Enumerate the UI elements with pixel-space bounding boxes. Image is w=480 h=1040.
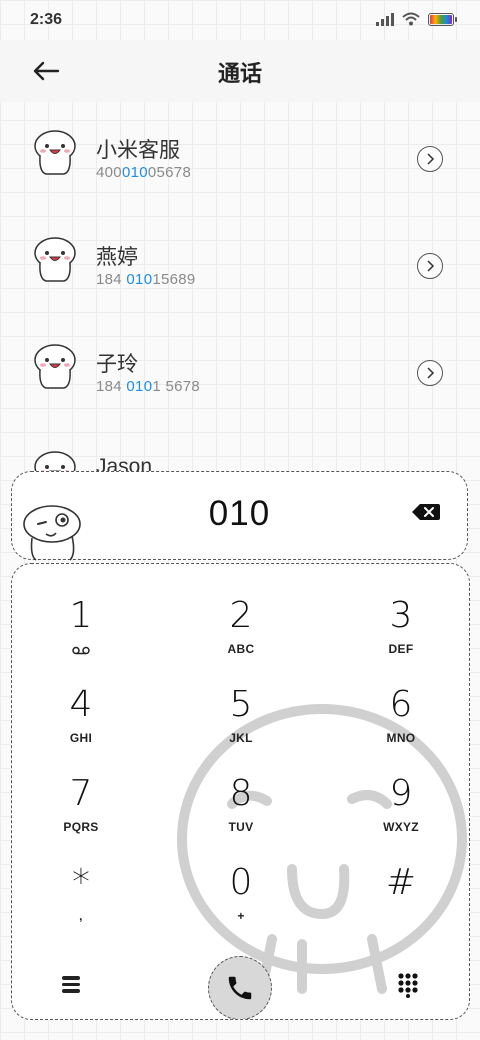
number-match-highlight: 010 [126, 378, 153, 395]
number-match-highlight: 010 [126, 271, 153, 288]
key-digit: 4 [69, 684, 93, 725]
contact-row[interactable]: 子玲 184 0101 5678 [0, 318, 480, 425]
app-header: 通话 [0, 40, 480, 102]
key-letters: DEF [388, 642, 414, 656]
number-part: 15689 [152, 271, 196, 288]
page-title: 通话 [217, 61, 262, 86]
wifi-icon [402, 12, 420, 26]
status-time: 2:36 [30, 11, 63, 28]
contact-avatar [30, 233, 80, 283]
number-part: 05678 [147, 164, 192, 181]
contact-detail-button[interactable] [417, 360, 443, 386]
key-digit: 9 [389, 773, 413, 814]
key-letters: + [237, 909, 245, 923]
number-match-highlight: 010 [121, 164, 148, 181]
battery-icon [428, 12, 457, 26]
menu-button[interactable] [62, 974, 84, 994]
key-7[interactable]: 7 PQRS [26, 772, 136, 852]
key-hash[interactable]: # [346, 861, 456, 941]
key-digit: 0 [229, 862, 253, 903]
number-part: 400 [96, 164, 122, 181]
key-letters: ABC [227, 642, 255, 656]
signal-icon [376, 12, 394, 26]
status-icons [376, 12, 457, 26]
voicemail-icon [72, 642, 90, 660]
contact-list: 小米客服 40001005678 燕婷 184 01015689 子玲 184 0101 … [0, 104, 480, 532]
contact-detail-button[interactable] [417, 253, 443, 279]
contact-name: 小米客服 [96, 139, 180, 162]
backspace-icon[interactable] [411, 502, 441, 522]
key-5[interactable]: 5 JKL [186, 683, 296, 763]
contact-row[interactable]: 燕婷 184 01015689 [0, 211, 480, 318]
key-letters: JKL [229, 731, 253, 745]
key-3[interactable]: 3 DEF [346, 594, 456, 674]
key-9[interactable]: 9 WXYZ [346, 772, 456, 852]
key-digit: * [72, 862, 90, 903]
key-star[interactable]: *, [26, 861, 136, 941]
key-digit: 5 [229, 684, 253, 725]
key-0[interactable]: 0 + [186, 861, 296, 941]
key-digit: 6 [389, 684, 413, 725]
dial-keypad: 1 2 ABC 3 DEF 4 GHI 5 JKL 6 MNO 7 PQRS 8 TUV 9 WXYZ *, 0 + # [11, 563, 470, 1020]
dialpad-icon[interactable] [397, 972, 419, 998]
key-6[interactable]: 6 MNO [346, 683, 456, 763]
number-display: 010 [11, 471, 468, 561]
contact-name: 燕婷 [96, 246, 138, 269]
chevron-right-icon [427, 367, 435, 379]
key-8[interactable]: 8 TUV [186, 772, 296, 852]
key-digit: 1 [69, 595, 93, 636]
key-letters: TUV [228, 820, 254, 834]
call-button[interactable] [208, 956, 272, 1019]
contact-name: 子玲 [96, 353, 138, 376]
number-part: 184 [96, 378, 127, 395]
key-digit: # [385, 862, 417, 903]
key-digit: 3 [389, 595, 413, 636]
key-digit: 8 [229, 773, 253, 814]
chevron-right-icon [427, 153, 435, 165]
key-1[interactable]: 1 [26, 594, 136, 674]
phone-icon [228, 976, 252, 1000]
number-part: 1 5678 [152, 378, 201, 395]
key-letters: GHI [69, 731, 93, 745]
contact-row[interactable]: 小米客服 40001005678 [0, 104, 480, 211]
keypad-keys: 1 2 ABC 3 DEF 4 GHI 5 JKL 6 MNO 7 PQRS 8 TUV 9 WXYZ *, 0 + # [12, 564, 469, 1019]
key-4[interactable]: 4 GHI [26, 683, 136, 763]
key-letters: MNO [386, 731, 416, 745]
key-digit: 2 [229, 595, 253, 636]
status-bar: 2:36 [0, 0, 480, 40]
contact-avatar [30, 126, 80, 176]
key-letters: PQRS [63, 820, 99, 834]
contact-detail-button[interactable] [417, 146, 443, 172]
key-letters: , [79, 909, 83, 923]
contact-avatar [30, 340, 80, 390]
key-digit: 7 [69, 773, 93, 814]
key-letters: WXYZ [383, 820, 419, 834]
contact-number: 184 01015689 [96, 271, 196, 288]
key-2[interactable]: 2 ABC [186, 594, 296, 674]
number-part: 184 [96, 271, 127, 288]
contact-number: 40001005678 [96, 164, 191, 181]
dialed-number: 010 [208, 494, 271, 533]
chevron-right-icon [427, 260, 435, 272]
contact-number: 184 0101 5678 [96, 378, 200, 395]
